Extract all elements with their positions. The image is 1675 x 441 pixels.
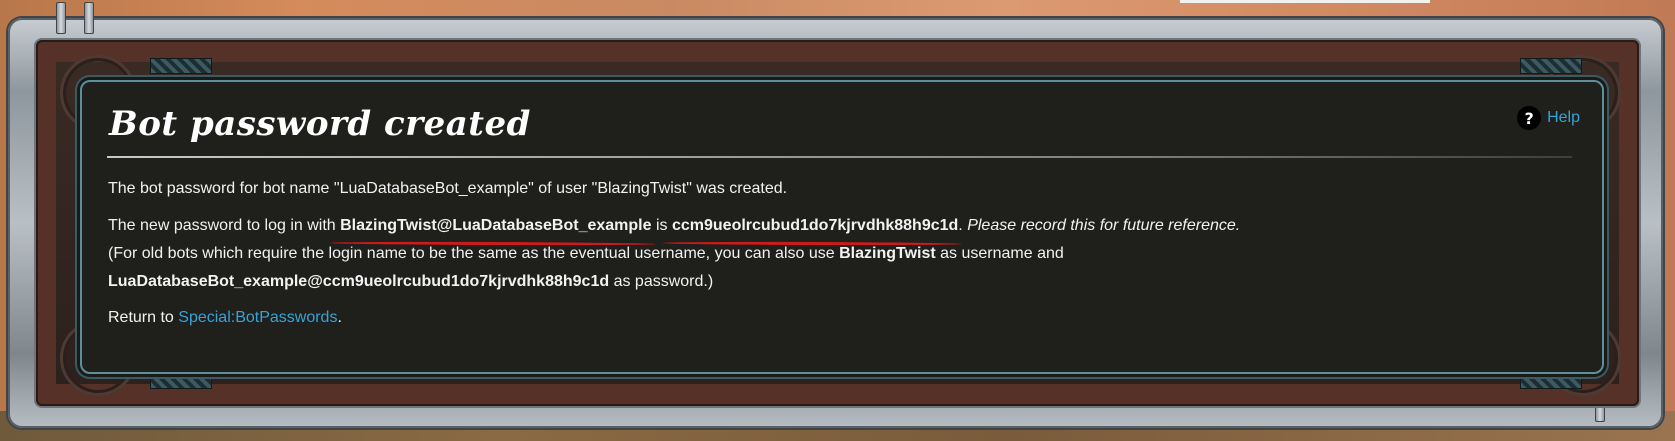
legacy-message-prefix: (For old bots which require the login na… (108, 245, 840, 262)
legacy-message-mid: as username and (935, 245, 1064, 262)
legacy-message-suffix: as password.) (609, 273, 714, 290)
frame-rail (1520, 373, 1582, 389)
return-prefix: Return to (108, 309, 179, 326)
record-note: Please record this for future reference. (962, 217, 1241, 234)
frame-rail (150, 58, 212, 74)
created-message: The bot password for bot name "LuaDataba… (108, 180, 788, 197)
legacy-password-value: LuaDatabaseBot_example@ccm9ueolrcubud1do… (108, 273, 610, 290)
question-circle-icon[interactable]: ? (1517, 106, 1542, 130)
login-name-value: BlazingTwist@LuaDatabaseBot_example (340, 212, 651, 240)
frame-rail (1520, 58, 1582, 74)
frame-rail (150, 373, 212, 389)
page-title: Bot password created (109, 104, 531, 144)
title-divider (107, 156, 1572, 158)
help-link[interactable]: ? Help (1517, 106, 1580, 130)
password-message-is: is (651, 217, 672, 234)
return-suffix: . (337, 309, 342, 326)
help-label[interactable]: Help (1547, 109, 1580, 127)
password-message-prefix: The new password to log in with (108, 217, 341, 234)
bot-passwords-link[interactable]: Special:BotPasswords (178, 309, 337, 326)
return-message: Return to Special:BotPasswords. (108, 304, 1578, 332)
frame-post-left (56, 2, 66, 34)
legacy-username-value: BlazingTwist (839, 245, 936, 262)
message-body: The bot password for bot name "LuaDataba… (108, 175, 1578, 332)
top-edge-strip (1180, 0, 1430, 3)
bot-password-panel: Bot password created ? Help The bot pass… (80, 80, 1604, 374)
password-message: The new password to log in with BlazingT… (108, 212, 1578, 296)
frame-post-left-2 (84, 2, 94, 34)
password-value: ccm9ueolrcubud1do7kjrvdhk88h9c1d (672, 212, 958, 240)
